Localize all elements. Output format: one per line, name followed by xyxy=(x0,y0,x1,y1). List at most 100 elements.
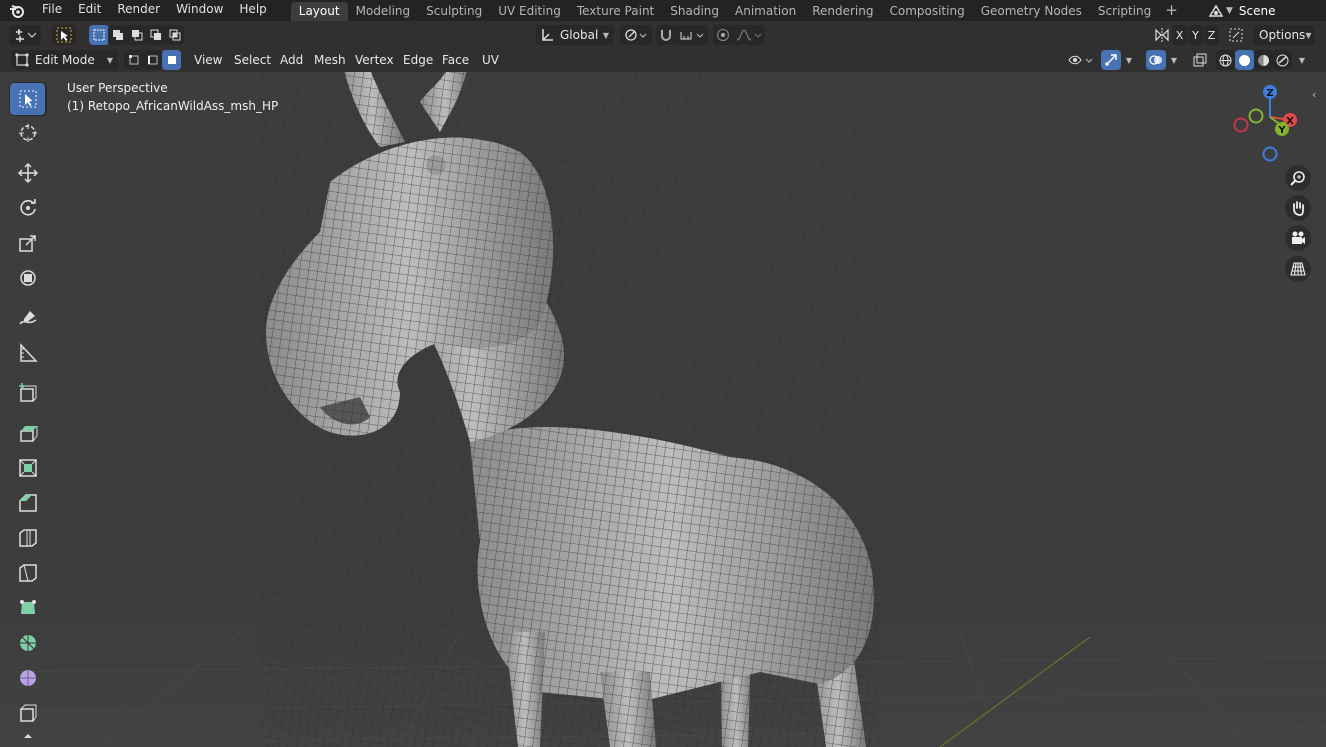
shrink-fatten-tool[interactable] xyxy=(10,697,45,729)
visibility-dropdown[interactable] xyxy=(1065,50,1097,70)
shading-wireframe-icon[interactable] xyxy=(1216,50,1235,70)
edge-select-icon[interactable] xyxy=(143,50,162,70)
snap-target-dropdown[interactable] xyxy=(676,25,708,45)
shading-material-icon[interactable] xyxy=(1254,50,1273,70)
tab-scripting[interactable]: Scripting xyxy=(1090,2,1159,21)
knife-tool[interactable] xyxy=(10,557,45,589)
pivot-point-dropdown[interactable] xyxy=(620,25,652,45)
rotate-tool[interactable] xyxy=(10,192,45,224)
shear-tool[interactable] xyxy=(10,730,45,747)
tab-sculpting[interactable]: Sculpting xyxy=(418,2,490,21)
bevel-tool[interactable] xyxy=(10,487,45,519)
camera-icon xyxy=(1292,231,1305,244)
scale-tool[interactable] xyxy=(10,227,45,259)
mesh-object[interactable] xyxy=(260,72,880,747)
menu-select[interactable]: Select xyxy=(234,50,271,70)
tab-layout[interactable]: Layout xyxy=(290,2,348,21)
transform-tool[interactable] xyxy=(10,262,45,294)
add-workspace-icon[interactable]: + xyxy=(1159,1,1184,20)
measure-icon xyxy=(19,343,38,362)
zoom-button[interactable] xyxy=(1285,165,1311,191)
pan-button[interactable] xyxy=(1285,195,1311,221)
mode-extend-icon[interactable] xyxy=(108,25,127,45)
select-box-tool[interactable] xyxy=(10,83,45,115)
tab-shading[interactable]: Shading xyxy=(662,2,727,21)
menu-window[interactable]: Window xyxy=(168,0,231,21)
scale-icon xyxy=(18,235,36,252)
annotate-tool[interactable] xyxy=(10,302,45,334)
viewport-canvas xyxy=(0,72,1326,747)
menu-edit[interactable]: Edit xyxy=(70,0,109,21)
editor-type-button[interactable] xyxy=(9,25,41,45)
menu-file[interactable]: File xyxy=(34,0,70,21)
loop-cut-icon xyxy=(18,529,37,547)
menu-view[interactable]: View xyxy=(194,50,222,70)
scene-selector[interactable]: ▼ Scene xyxy=(1208,0,1276,21)
measure-tool[interactable] xyxy=(10,337,45,369)
tab-animation[interactable]: Animation xyxy=(727,2,804,21)
chevron-down-icon: ▼ xyxy=(1170,55,1178,65)
snap-toggle-icon[interactable] xyxy=(656,25,676,45)
poly-build-tool[interactable] xyxy=(10,592,45,624)
scene-icon xyxy=(1208,4,1224,17)
tab-geometry-nodes[interactable]: Geometry Nodes xyxy=(973,2,1090,21)
scene-name: Scene xyxy=(1238,3,1276,18)
shading-options-dropdown[interactable]: ▼ xyxy=(1294,50,1310,70)
mode-dropdown[interactable]: Edit Mode ▼ xyxy=(11,50,118,70)
tab-uv-editing[interactable]: UV Editing xyxy=(490,2,569,21)
tab-rendering[interactable]: Rendering xyxy=(804,2,881,21)
inset-faces-tool[interactable] xyxy=(10,452,45,484)
menu-uv[interactable]: UV xyxy=(482,50,499,70)
menu-help[interactable]: Help xyxy=(231,0,274,21)
face-select-icon[interactable] xyxy=(162,50,181,70)
mirror-options-icon[interactable] xyxy=(1152,25,1172,45)
menu-vertex[interactable]: Vertex xyxy=(355,50,394,70)
tab-modeling[interactable]: Modeling xyxy=(348,2,419,21)
tab-texture-paint[interactable]: Texture Paint xyxy=(569,2,662,21)
mode-subtract-icon[interactable] xyxy=(127,25,146,45)
options-dropdown[interactable]: Options ▼ xyxy=(1253,25,1315,45)
mirror-z-toggle[interactable]: Z xyxy=(1204,25,1219,45)
proportional-edit-icon[interactable] xyxy=(713,25,733,45)
spin-tool[interactable] xyxy=(10,627,45,659)
camera-view-button[interactable] xyxy=(1285,225,1311,251)
xray-toggle-icon[interactable] xyxy=(1190,50,1210,70)
perspective-toggle-button[interactable] xyxy=(1285,256,1311,282)
blender-logo-icon[interactable] xyxy=(0,0,34,21)
transform-orientation-dropdown[interactable]: Global ▼ xyxy=(536,25,614,45)
menu-face[interactable]: Face xyxy=(442,50,469,70)
sidebar-toggle-icon[interactable]: ‹ xyxy=(1312,88,1316,101)
gizmo-neg-x-axis[interactable] xyxy=(1233,117,1249,133)
mirror-y-toggle[interactable]: Y xyxy=(1188,25,1203,45)
proportional-falloff-dropdown[interactable] xyxy=(733,25,765,45)
gizmo-options-dropdown[interactable]: ▼ xyxy=(1121,50,1137,70)
mirror-x-toggle[interactable]: X xyxy=(1172,25,1187,45)
extrude-icon xyxy=(19,426,37,442)
mode-difference-icon[interactable] xyxy=(146,25,165,45)
shading-solid-icon[interactable] xyxy=(1235,50,1254,70)
show-gizmo-icon[interactable] xyxy=(1101,50,1121,70)
loop-cut-tool[interactable] xyxy=(10,522,45,554)
menu-edge[interactable]: Edge xyxy=(403,50,433,70)
extrude-region-tool[interactable] xyxy=(10,417,45,449)
mode-intersect-icon[interactable] xyxy=(165,25,184,45)
gizmo-neg-y-axis[interactable] xyxy=(1248,108,1264,124)
tab-compositing[interactable]: Compositing xyxy=(881,2,972,21)
show-overlays-icon[interactable] xyxy=(1146,50,1166,70)
mode-new-icon[interactable] xyxy=(89,25,109,45)
auto-merge-icon[interactable] xyxy=(1226,25,1246,45)
3d-viewport[interactable] xyxy=(0,72,1326,747)
add-cube-tool[interactable] xyxy=(10,377,45,409)
menu-render[interactable]: Render xyxy=(109,0,168,21)
overlays-dropdown[interactable]: ▼ xyxy=(1166,50,1182,70)
smooth-tool[interactable] xyxy=(10,662,45,694)
zoom-icon xyxy=(1290,171,1305,186)
vertex-select-icon[interactable] xyxy=(124,50,143,70)
shading-rendered-icon[interactable] xyxy=(1273,50,1292,70)
cursor-tool[interactable] xyxy=(10,117,45,149)
move-tool[interactable] xyxy=(10,157,45,189)
gizmo-neg-z-axis[interactable] xyxy=(1262,146,1278,162)
select-tool-indicator[interactable] xyxy=(52,25,76,45)
menu-add[interactable]: Add xyxy=(280,50,303,70)
menu-mesh[interactable]: Mesh xyxy=(314,50,346,70)
